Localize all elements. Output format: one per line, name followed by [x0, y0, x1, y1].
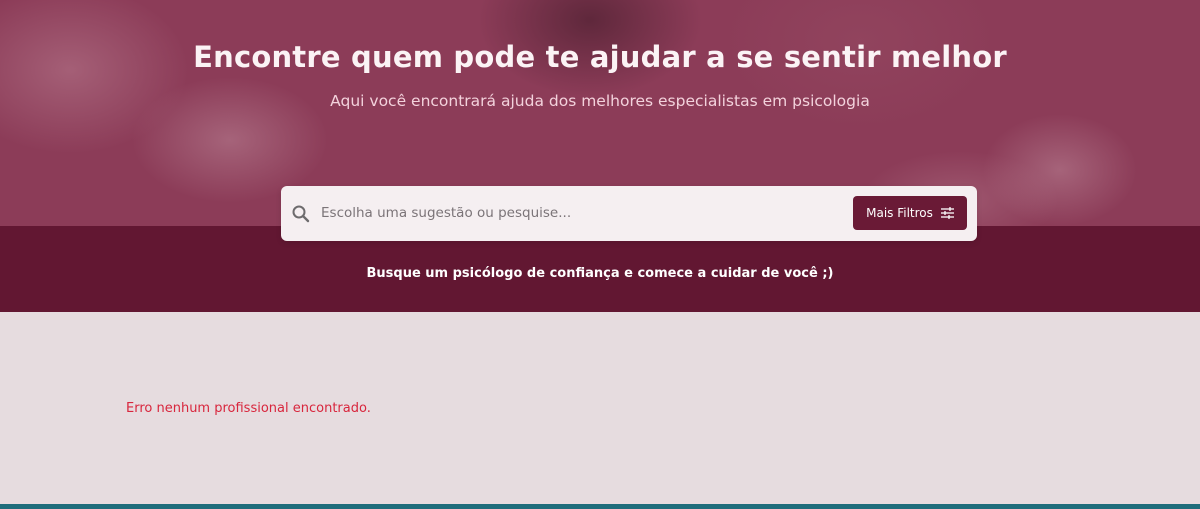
footer-accent-bar	[0, 504, 1200, 509]
hero-subtitle: Aqui você encontrará ajuda dos melhores …	[330, 92, 870, 110]
tagline: Busque um psicólogo de confiança e comec…	[366, 266, 834, 281]
error-message: Erro nenhum profissional encontrado.	[126, 401, 371, 416]
search-bar: Mais Filtros	[281, 186, 977, 241]
hero-title: Encontre quem pode te ajudar a se sentir…	[193, 40, 1007, 74]
more-filters-label: Mais Filtros	[866, 206, 933, 220]
search-input[interactable]	[321, 198, 841, 228]
sliders-icon	[940, 207, 954, 219]
more-filters-button[interactable]: Mais Filtros	[853, 196, 967, 230]
search-icon[interactable]	[291, 204, 311, 224]
